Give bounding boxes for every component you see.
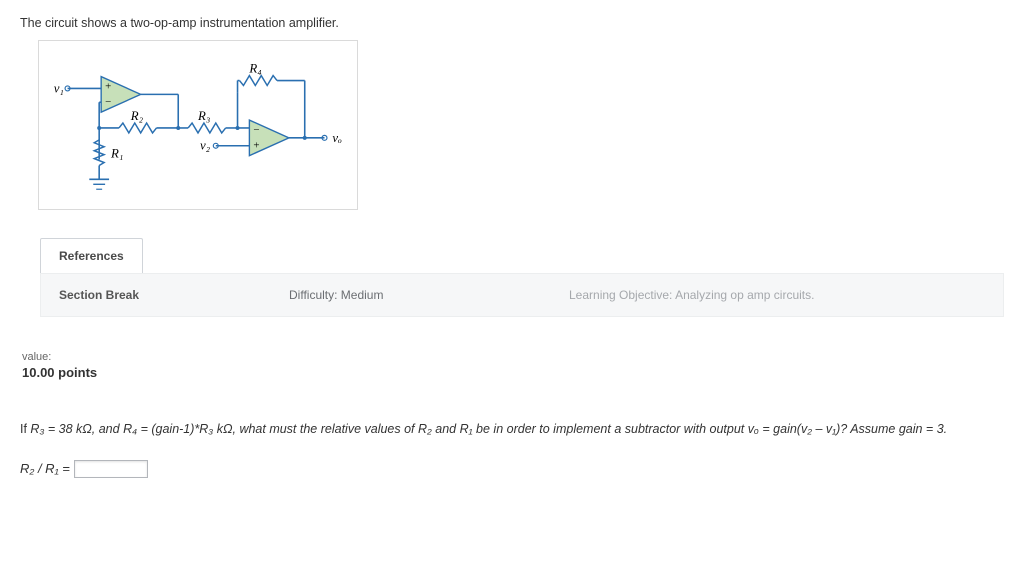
svg-text:−: − <box>253 124 259 136</box>
svg-text:+: + <box>105 80 111 92</box>
points-value: 10.00 points <box>22 365 1004 380</box>
label-vo: vₒ <box>332 131 342 145</box>
answer-input[interactable] <box>74 460 148 478</box>
answer-label: R₂ / R₁ = <box>20 461 74 476</box>
label-r3: R₃ <box>197 109 210 123</box>
label-r2: R₂ <box>130 109 144 123</box>
svg-text:−: − <box>105 96 111 108</box>
question-text: If R₃ = 38 kΩ, and R₄ = (gain-1)*R₃ kΩ, … <box>20 422 1004 436</box>
section-break-label: Section Break <box>59 288 289 302</box>
label-v2: v₂ <box>200 139 211 153</box>
value-label: value: <box>22 351 1004 363</box>
section-info-row: Section Break Difficulty: Medium Learnin… <box>40 273 1004 317</box>
tab-bar: References <box>40 238 1004 273</box>
answer-row: R₂ / R₁ = <box>20 460 1004 478</box>
circuit-diagram: v₁ + − R₂ R₃ R₁ − + <box>38 40 358 210</box>
tab-references[interactable]: References <box>40 238 143 273</box>
label-v1: v₁ <box>54 81 64 95</box>
difficulty-label: Difficulty: Medium <box>289 288 569 302</box>
value-block: value: 10.00 points <box>22 351 1004 380</box>
svg-text:+: + <box>253 140 259 152</box>
intro-text: The circuit shows a two-op-amp instrumen… <box>20 16 1004 30</box>
learning-objective-label: Learning Objective: Analyzing op amp cir… <box>569 288 814 302</box>
label-r4: R₄ <box>248 62 261 76</box>
label-r1: R₁ <box>110 147 123 161</box>
